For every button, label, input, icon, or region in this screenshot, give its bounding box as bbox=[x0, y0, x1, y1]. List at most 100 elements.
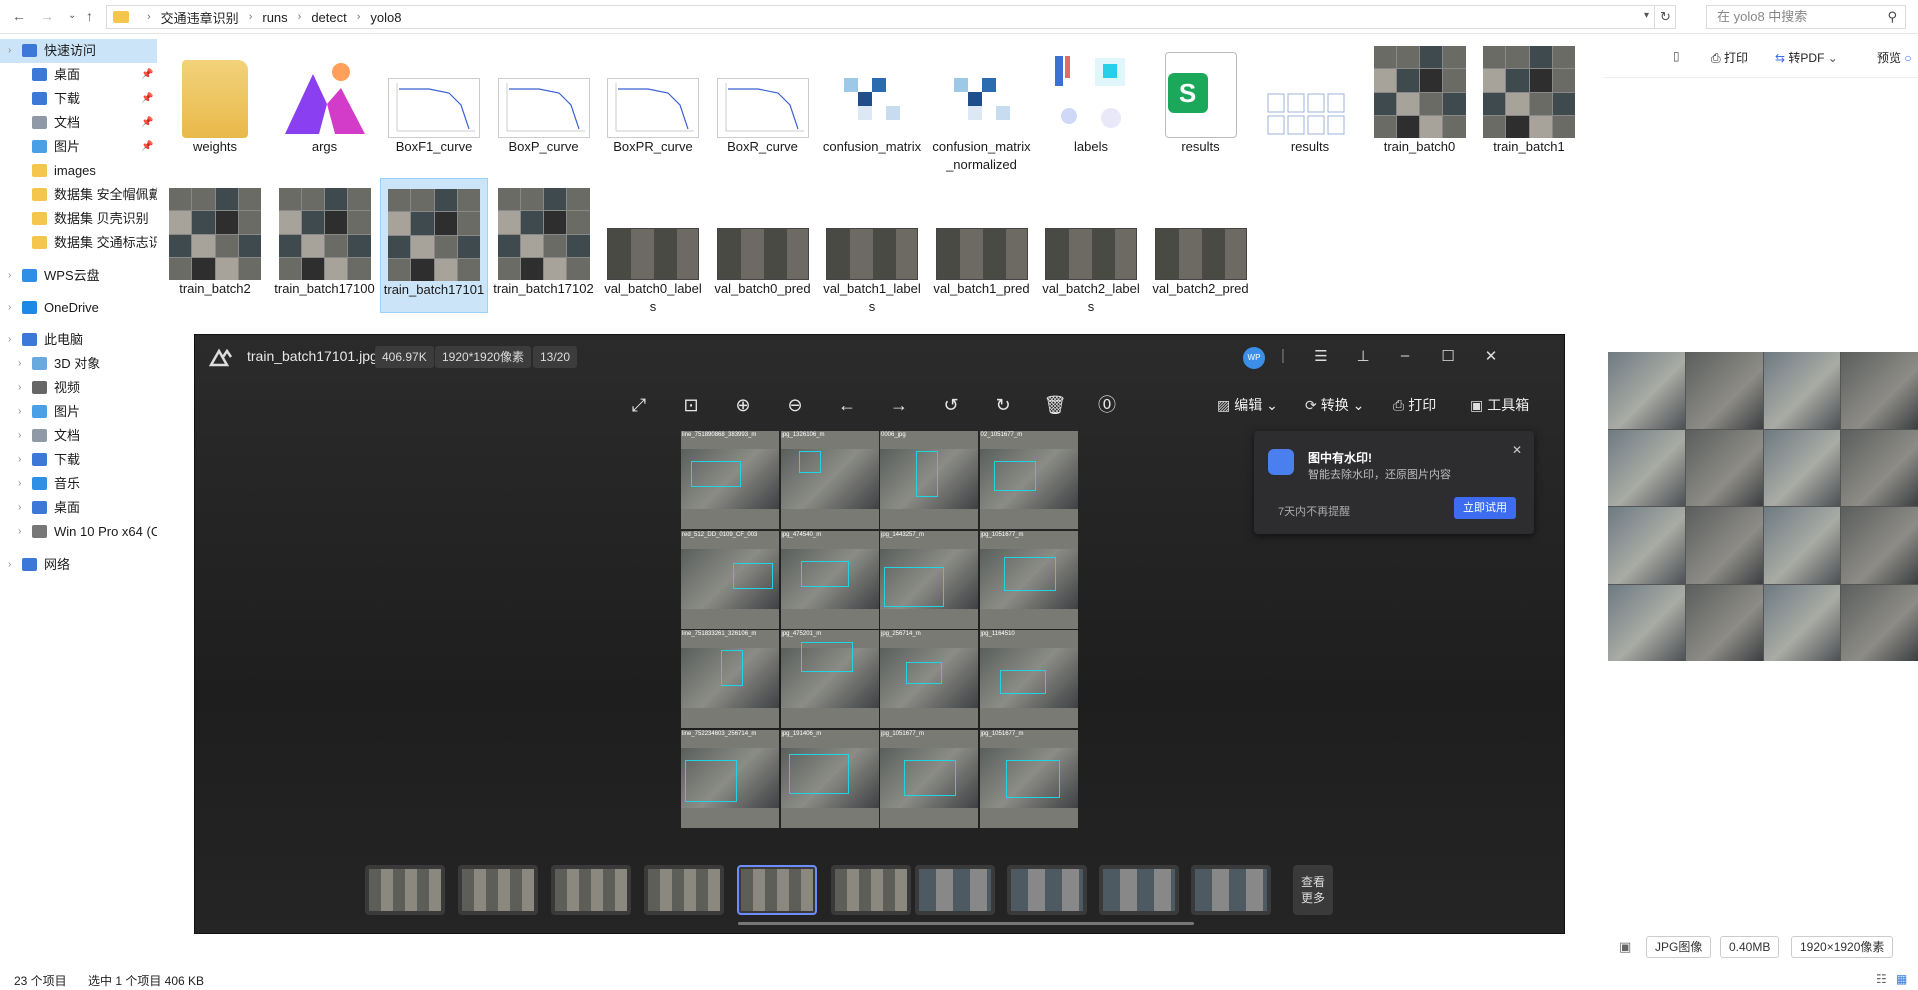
thumbnail[interactable] bbox=[831, 865, 911, 915]
info-icon[interactable]: ⓪ bbox=[1093, 391, 1121, 419]
thumbnail[interactable] bbox=[644, 865, 724, 915]
thumbnail[interactable] bbox=[458, 865, 538, 915]
expand-chevron-icon[interactable]: › bbox=[18, 448, 21, 472]
zoom-in-icon[interactable]: ⊕ bbox=[729, 391, 757, 419]
file-item[interactable]: weights bbox=[161, 36, 269, 171]
breadcrumb-item[interactable]: detect bbox=[311, 10, 346, 25]
file-item[interactable]: val_batch0_labels bbox=[599, 178, 707, 314]
menu-icon[interactable]: ☰ bbox=[1311, 347, 1331, 365]
sidebar-item[interactable]: 桌面 📌 bbox=[0, 63, 157, 87]
file-item[interactable]: train_batch2 bbox=[161, 178, 269, 313]
thumbnail[interactable] bbox=[1099, 865, 1179, 915]
file-item[interactable]: confusion_matrix bbox=[818, 36, 926, 171]
chevron-down-icon[interactable]: ▾ bbox=[1644, 10, 1649, 21]
sidebar-item[interactable]: 数据集 贝壳识别 bbox=[0, 207, 157, 231]
preview-button[interactable]: 预览 ○ bbox=[1877, 49, 1912, 66]
breadcrumb-item[interactable]: yolo8 bbox=[370, 10, 401, 25]
next-icon[interactable]: → bbox=[885, 391, 913, 419]
fullscreen-icon[interactable]: ⤢ bbox=[625, 391, 653, 419]
sidebar-item[interactable]: › OneDrive bbox=[0, 296, 157, 320]
rotate-left-icon[interactable]: ↺ bbox=[937, 391, 965, 419]
thumbnail[interactable] bbox=[1007, 865, 1087, 915]
details-view-icon[interactable]: ☷ bbox=[1876, 972, 1887, 986]
expand-chevron-icon[interactable]: › bbox=[8, 296, 11, 320]
up-arrow-icon[interactable]: ↑ bbox=[86, 8, 93, 24]
sidebar-item[interactable]: 文档 📌 bbox=[0, 111, 157, 135]
file-item[interactable]: BoxF1_curve bbox=[380, 36, 488, 171]
sidebar-item[interactable]: › 此电脑 bbox=[0, 328, 157, 352]
zoom-out-icon[interactable]: ⊖ bbox=[781, 391, 809, 419]
expand-chevron-icon[interactable]: › bbox=[8, 39, 11, 63]
file-item[interactable]: val_batch2_pred bbox=[1147, 178, 1255, 313]
sidebar-item[interactable]: 数据集 交通标志识别 bbox=[0, 231, 157, 255]
expand-chevron-icon[interactable]: › bbox=[8, 264, 11, 288]
thumbnail[interactable] bbox=[1191, 865, 1271, 915]
print-button[interactable]: ⎙ 打印 bbox=[1711, 49, 1748, 66]
file-item[interactable]: val_batch0_pred bbox=[709, 178, 817, 313]
file-item[interactable]: val_batch2_labels bbox=[1037, 178, 1145, 314]
previous-icon[interactable]: ← bbox=[833, 391, 861, 419]
expand-chevron-icon[interactable]: › bbox=[18, 376, 21, 400]
search-input[interactable]: 在 yolo8 中搜索 ⚲ bbox=[1706, 5, 1906, 29]
minimize-icon[interactable]: – bbox=[1395, 347, 1415, 364]
back-arrow-icon[interactable]: ← bbox=[12, 8, 26, 24]
file-item[interactable]: train_batch17100 bbox=[271, 178, 379, 313]
expand-chevron-icon[interactable]: › bbox=[18, 400, 21, 424]
breadcrumb-item[interactable]: 交通违章识别 bbox=[161, 8, 239, 27]
forward-arrow-icon[interactable]: → bbox=[40, 8, 54, 24]
sidebar-item[interactable]: › 下载 bbox=[0, 448, 157, 472]
expand-chevron-icon[interactable]: › bbox=[18, 424, 21, 448]
file-item[interactable]: train_batch1 bbox=[1475, 36, 1583, 171]
file-item[interactable]: val_batch1_pred bbox=[928, 178, 1036, 313]
file-item[interactable]: val_batch1_labels bbox=[818, 178, 926, 314]
expand-chevron-icon[interactable]: › bbox=[18, 520, 21, 544]
file-item[interactable]: Sresults bbox=[1147, 36, 1255, 171]
sidebar-item[interactable]: 下载 📌 bbox=[0, 87, 157, 111]
sidebar-item[interactable]: › 网络 bbox=[0, 553, 157, 577]
actual-size-icon[interactable]: ⊡ bbox=[677, 391, 705, 419]
sidebar-item[interactable]: › 3D 对象 bbox=[0, 352, 157, 376]
file-item[interactable]: args bbox=[271, 36, 379, 171]
file-item[interactable]: confusion_matrix_normalized bbox=[928, 36, 1036, 172]
sidebar-item[interactable]: › 图片 bbox=[0, 400, 157, 424]
sidebar-item[interactable]: › 文档 bbox=[0, 424, 157, 448]
file-item[interactable]: train_batch0 bbox=[1366, 36, 1474, 171]
edit-button[interactable]: ▨ 编辑 ⌄ bbox=[1217, 395, 1278, 415]
expand-chevron-icon[interactable]: › bbox=[18, 472, 21, 496]
avatar[interactable]: WP bbox=[1243, 347, 1265, 369]
breadcrumb-item[interactable]: runs bbox=[262, 10, 287, 25]
sidebar-item[interactable]: › 桌面 bbox=[0, 496, 157, 520]
breadcrumb[interactable]: › 交通违章识别 › runs › detect › yolo8 ▾ ↻ bbox=[106, 5, 1676, 29]
expand-chevron-icon[interactable]: › bbox=[8, 328, 11, 352]
file-item[interactable]: train_batch17101 bbox=[380, 178, 488, 313]
sidebar-item[interactable]: images bbox=[0, 159, 157, 183]
toolbox-button[interactable]: ▣ 工具箱 bbox=[1470, 395, 1529, 415]
file-item[interactable]: train_batch17102 bbox=[490, 178, 598, 313]
expand-chevron-icon[interactable]: › bbox=[18, 496, 21, 520]
thumbnail[interactable] bbox=[737, 865, 817, 915]
sidebar-item[interactable]: › Win 10 Pro x64 (C:) bbox=[0, 520, 157, 544]
sidebar-item[interactable]: 图片 📌 bbox=[0, 135, 157, 159]
thumbnail[interactable] bbox=[365, 865, 445, 915]
sidebar-item[interactable]: › 音乐 bbox=[0, 472, 157, 496]
view-more-button[interactable]: 查看 更多 bbox=[1293, 865, 1333, 915]
file-item[interactable]: BoxPR_curve bbox=[599, 36, 707, 171]
close-icon[interactable]: ✕ bbox=[1481, 347, 1501, 365]
file-item[interactable]: results bbox=[1256, 36, 1364, 171]
try-now-button[interactable]: 立即试用 bbox=[1454, 497, 1516, 519]
sidebar-item[interactable]: › WPS云盘 bbox=[0, 264, 157, 288]
strip-scrollbar[interactable] bbox=[738, 922, 1194, 925]
to-pdf-button[interactable]: ⇆ 转PDF ⌄ bbox=[1775, 49, 1838, 66]
rotate-right-icon[interactable]: ↻ bbox=[989, 391, 1017, 419]
sidebar-item[interactable]: › 快速访问 bbox=[0, 39, 157, 63]
dismiss-link[interactable]: 7天内不再提醒 bbox=[1278, 503, 1350, 519]
sidebar-item[interactable]: › 视频 bbox=[0, 376, 157, 400]
file-item[interactable]: labels bbox=[1037, 36, 1145, 171]
tiles-view-icon[interactable]: ▦ bbox=[1896, 972, 1907, 986]
expand-chevron-icon[interactable]: › bbox=[8, 553, 11, 577]
print-button[interactable]: ⎙ 打印 bbox=[1393, 395, 1436, 415]
thumbnail[interactable] bbox=[915, 865, 995, 915]
layout-icon[interactable]: ▯ bbox=[1673, 49, 1680, 63]
file-item[interactable]: BoxR_curve bbox=[709, 36, 817, 171]
delete-icon[interactable]: 🗑 bbox=[1041, 391, 1069, 419]
